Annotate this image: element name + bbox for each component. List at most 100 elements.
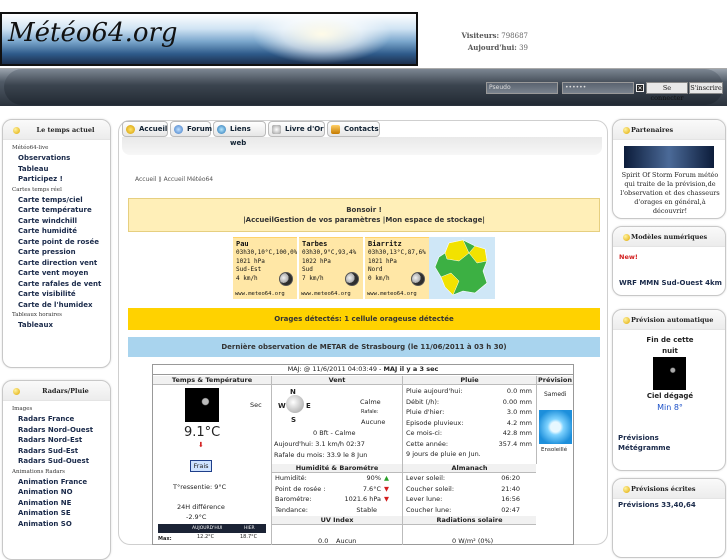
menu-item-observations[interactable]: Observations bbox=[3, 153, 110, 164]
tab-contacts[interactable]: Contacts bbox=[327, 121, 380, 137]
max-yesterday: 18.7°C bbox=[240, 534, 258, 540]
almanac-list: Lever soleil: 06:20 Coucher soleil: 21:40 … bbox=[404, 473, 522, 515]
almanac-value: 21:40 bbox=[501, 484, 520, 493]
site-logo[interactable]: Météo64.org bbox=[0, 12, 418, 66]
rain-value: 42.8 mm bbox=[502, 429, 532, 437]
update-time: MAJ: @ 11/6/2011 04:03:49 - bbox=[287, 365, 384, 373]
username-input[interactable]: Pseudo bbox=[486, 82, 558, 94]
city-pressure: 1022 hPa bbox=[302, 257, 331, 265]
menu-item-carte-visibilite[interactable]: Carte visibilité bbox=[3, 289, 110, 300]
rain-days: 9 jours de pluie en Jun. bbox=[404, 449, 534, 460]
menu-item-radars-ne[interactable]: Radars Nord-Est bbox=[3, 435, 110, 446]
rain-label: Ce mois-ci: bbox=[406, 429, 443, 437]
city-name: Pau bbox=[236, 240, 249, 248]
menu-item-radars-no[interactable]: Radars Nord-Ouest bbox=[3, 425, 110, 436]
menu-item-carte-rafales[interactable]: Carte rafales de vent bbox=[3, 279, 110, 290]
tab-label: Contacts bbox=[344, 125, 379, 133]
login-button[interactable]: Se connecter bbox=[646, 82, 688, 102]
password-input[interactable]: •••••• bbox=[562, 82, 634, 94]
city-card-tarbes[interactable]: Tarbes 03h30,9°C,93,4% 1022 hPa Sud 7 km… bbox=[299, 237, 363, 299]
night-sky-icon bbox=[653, 357, 686, 390]
box-header: Radars/Pluie bbox=[3, 381, 110, 401]
almanac-row: Coucher lune: 02:47 bbox=[404, 505, 522, 516]
rain-value: 4.2 mm bbox=[506, 418, 532, 427]
france-vigilance-map[interactable] bbox=[429, 237, 495, 299]
night-sky-icon bbox=[185, 388, 219, 422]
baro-row: Barométre: 1021.6 hPa ▼ bbox=[273, 494, 401, 505]
box-title: Prévision automatique bbox=[631, 316, 714, 324]
storm-alert-banner[interactable]: Orages détectés: 1 cellule orageuse déte… bbox=[128, 308, 600, 330]
trend-row: Tendance: Stable bbox=[273, 505, 401, 516]
welcome-panel: Bonsoir ! |AccueilGestion de vos paramèt… bbox=[128, 198, 600, 232]
menu-item-anim-so[interactable]: Animation SO bbox=[3, 519, 110, 530]
rain-value: 0.00 mm bbox=[502, 397, 532, 406]
bullet-icon bbox=[623, 127, 630, 134]
partner-description: Spirit Of Storm Forum météo qui traite d… bbox=[620, 171, 720, 215]
sunny-icon bbox=[539, 410, 572, 444]
minmax-header: AUJOURD'HUI HIER bbox=[158, 524, 266, 533]
wrf-link[interactable]: WRF MMN Sud-Ouest 4km bbox=[614, 279, 722, 287]
forecast-link[interactable]: Prévisions bbox=[613, 434, 659, 442]
menu-item-tableaux[interactable]: Tableaux bbox=[3, 320, 110, 331]
menu-item-carte-vent-moyen[interactable]: Carte vent moyen bbox=[3, 268, 110, 279]
tab-livre-dor[interactable]: Livre d'Or bbox=[268, 121, 325, 137]
menu-item-radars-so[interactable]: Radars Sud-Ouest bbox=[3, 456, 110, 467]
tab-accueil[interactable]: Accueil bbox=[122, 121, 168, 137]
dew-row: Point de rosée : 7.6°C ▼ bbox=[273, 484, 401, 495]
menu-item-tableau[interactable]: Tableau bbox=[3, 164, 110, 175]
col-header-almanac: Almanach bbox=[403, 464, 536, 473]
almanac-label: Lever lune: bbox=[406, 495, 443, 503]
max-today: 12.2°C bbox=[197, 534, 215, 540]
menu-item-carte-ciel[interactable]: Carte temps/ciel bbox=[3, 195, 110, 206]
menu-item-carte-temperature[interactable]: Carte température bbox=[3, 205, 110, 216]
partner-banner[interactable] bbox=[624, 146, 714, 168]
current-temperature: 9.1°C bbox=[184, 425, 221, 440]
forecast-min: Min 8° bbox=[657, 403, 683, 412]
meteogram-link[interactable]: Métégramme bbox=[613, 444, 670, 452]
menu-item-carte-humidex[interactable]: Carte de l'humidex bbox=[3, 300, 110, 311]
gust-value: Aucune bbox=[361, 418, 386, 426]
almanac-row: Coucher soleil: 21:40 bbox=[404, 484, 522, 495]
bullet-icon bbox=[13, 388, 20, 395]
welcome-greeting: Bonsoir ! bbox=[346, 206, 382, 214]
diff-label: 24H différence bbox=[177, 503, 225, 511]
menu-item-radars-se[interactable]: Radars Sud-Est bbox=[3, 446, 110, 457]
forum-icon bbox=[174, 125, 183, 134]
written-forecast-link[interactable]: Prévisions 33,40,64 bbox=[613, 501, 696, 509]
menu-item-carte-rosee[interactable]: Carte point de rosée bbox=[3, 237, 110, 248]
city-card-pau[interactable]: Pau 03h30,10°C,100,0% 1021 hPa Sud-Est 4… bbox=[233, 237, 297, 299]
box-title: Le temps actuel bbox=[36, 126, 95, 134]
uv-value: 0.0 bbox=[318, 537, 329, 545]
rain-value: 0.0 mm bbox=[506, 387, 532, 395]
menu-item-carte-humidite[interactable]: Carte humidité bbox=[3, 226, 110, 237]
menu-item-carte-direction-vent[interactable]: Carte direction vent bbox=[3, 258, 110, 269]
menu-item-carte-pression[interactable]: Carte pression bbox=[3, 247, 110, 258]
menu-item-carte-windchill[interactable]: Carte windchill bbox=[3, 216, 110, 227]
tab-liens-web[interactable]: Liens web bbox=[213, 121, 266, 147]
box-title: Prévisions écrites bbox=[631, 485, 696, 493]
gust-label: Rafale: bbox=[361, 409, 379, 415]
menu-item-radars-france[interactable]: Radars France bbox=[3, 414, 110, 425]
wind-compass: N W E S bbox=[276, 388, 314, 427]
menu-item-anim-france[interactable]: Animation France bbox=[3, 477, 110, 488]
city-pressure: 1021 hPa bbox=[368, 257, 397, 265]
close-icon[interactable]: ✕ bbox=[636, 84, 644, 92]
compass-rose-icon bbox=[286, 395, 304, 413]
metar-banner[interactable]: Dernière observation de METAR de Strasbo… bbox=[128, 337, 600, 357]
menu-item-participez[interactable]: Participez ! bbox=[3, 174, 110, 185]
humidity-list: Humidité: 90% ▲ Point de rosée : 7.6°C ▼ Bar… bbox=[273, 473, 401, 515]
menu-item-anim-ne[interactable]: Animation NE bbox=[3, 498, 110, 509]
welcome-links[interactable]: |AccueilGestion de vos paramètres |Mon e… bbox=[129, 215, 599, 225]
register-button[interactable]: S'inscrire bbox=[689, 82, 723, 94]
visitors-value: 798687 bbox=[501, 32, 528, 40]
sidebar-box-current-weather: Le temps actuel Météo64-live Observation… bbox=[2, 119, 111, 368]
feel-badge: Frais bbox=[190, 460, 212, 472]
menu-item-anim-no[interactable]: Animation NO bbox=[3, 487, 110, 498]
divider bbox=[536, 376, 537, 464]
menu-item-anim-se[interactable]: Animation SE bbox=[3, 508, 110, 519]
dew-value: 7.6°C bbox=[362, 484, 381, 493]
city-card-biarritz[interactable]: Biarritz 03h30,13°C,87,6% 1021 hPa Nord … bbox=[365, 237, 429, 299]
breadcrumb[interactable]: Accueil ⟫ Accueil Météo64 bbox=[135, 176, 213, 183]
tab-forum[interactable]: Forum bbox=[170, 121, 212, 137]
down-arrow-icon: ▼ bbox=[384, 484, 389, 493]
